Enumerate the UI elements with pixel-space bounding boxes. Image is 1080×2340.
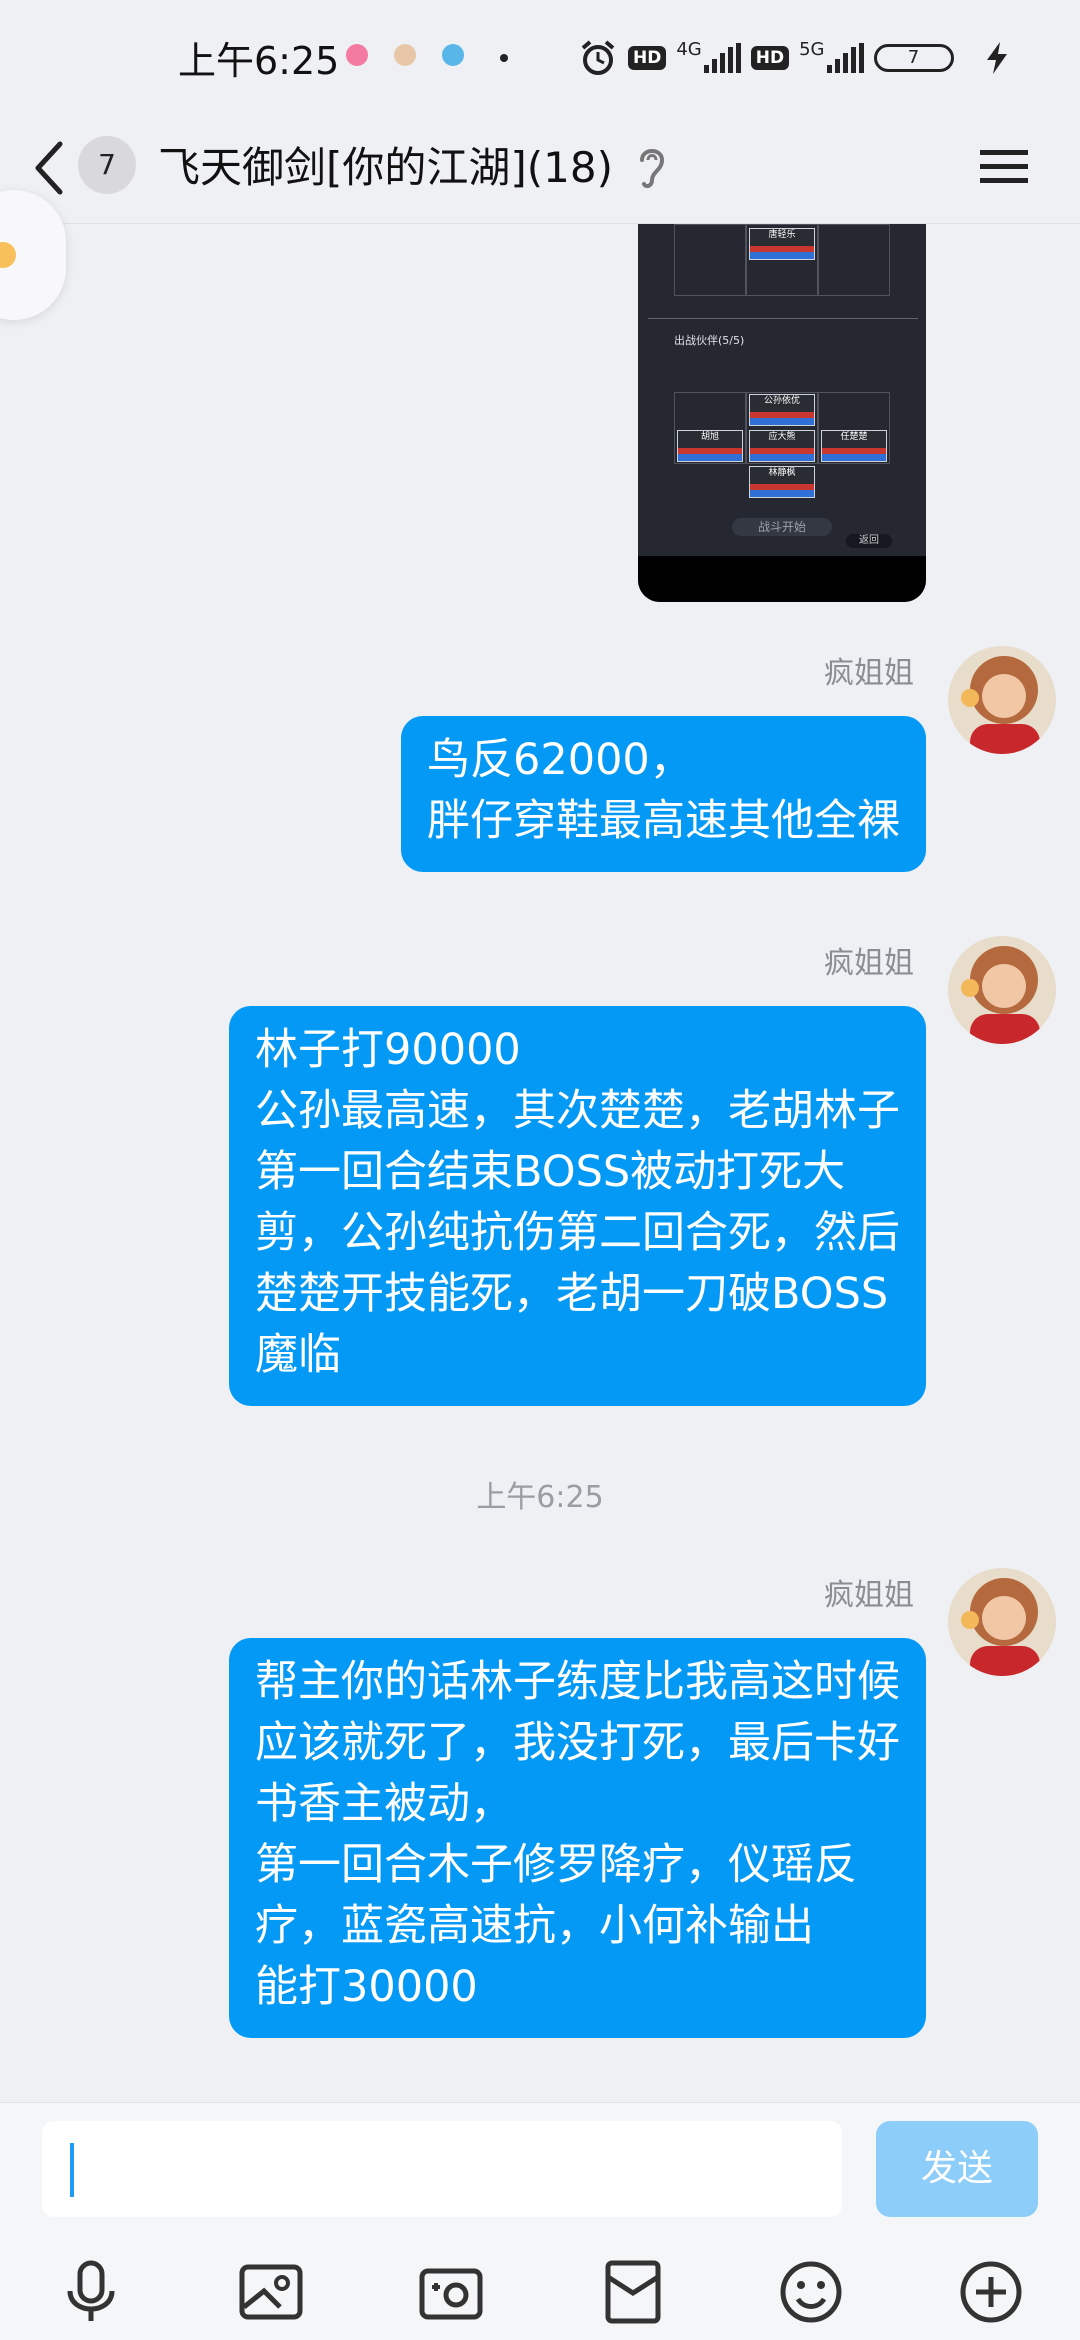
status-indicators: HD 4G HD 5G 7 (578, 34, 1012, 82)
avatar-image (948, 646, 1056, 754)
image-message[interactable]: 唐轻乐 出战伙伴(5/5) 公孙依优 胡旭 应大熊 任楚楚 林静枫 战斗开始 返… (638, 224, 926, 602)
notification-icon (442, 44, 464, 66)
microphone-icon[interactable] (56, 2257, 126, 2327)
hero-card: 公孙依优 (749, 394, 815, 426)
hero-card: 林静枫 (749, 466, 815, 498)
message-bubble[interactable]: 帮主你的话林子练度比我高这时候 应该就死了，我没打死，最后卡好 书香主被动， 第… (229, 1638, 926, 2038)
battle-start-label: 战斗开始 (732, 518, 832, 536)
charging-icon (986, 42, 1007, 74)
sender-name: 疯姐姐 (824, 1578, 914, 1613)
status-time: 上午6:25 (178, 39, 340, 83)
notification-icon (346, 44, 368, 66)
network-type-4g: 4G (676, 38, 702, 60)
sender-name: 疯姐姐 (824, 946, 914, 981)
message-bubble[interactable]: 鸟反62000， 胖仔穿鞋最高速其他全裸 (401, 716, 926, 872)
network-type-5g: 5G (799, 38, 825, 60)
chevron-left-icon (35, 141, 63, 195)
earpiece-mode-icon[interactable] (636, 142, 668, 194)
text-cursor (70, 2143, 74, 2197)
avatar[interactable] (948, 1568, 1056, 1676)
signal-icon (703, 43, 741, 73)
input-bar: 发送 (0, 2102, 1080, 2340)
battery-icon: 7 (873, 44, 954, 72)
chat-title: 飞天御剑[你的江湖](18) (158, 143, 613, 192)
hd-badge: HD (628, 46, 667, 70)
status-bar: 上午6:25 HD 4G HD 5G 7 (0, 0, 1080, 112)
message-input[interactable] (42, 2121, 842, 2217)
more-notifications-dot (500, 54, 508, 62)
sun-icon (0, 242, 16, 268)
hero-card: 应大熊 (749, 430, 815, 462)
sender-name: 疯姐姐 (824, 656, 914, 691)
avatar-image (948, 936, 1056, 1044)
alarm-icon (581, 40, 615, 75)
hd-badge: HD (750, 46, 790, 70)
avatar[interactable] (948, 646, 1056, 754)
camera-icon[interactable] (416, 2257, 486, 2327)
emoji-icon[interactable] (776, 2257, 846, 2327)
avatar-image (948, 1568, 1056, 1676)
message-bubble[interactable]: 林子打90000 公孙最高速，其次楚楚，老胡林子 第一回合结束BOSS被动打死大… (229, 1006, 926, 1406)
chat-screen: 上午6:25 HD 4G HD 5G 7 7 飞天御剑[你的江湖](18) 唐轻… (0, 0, 1080, 2340)
unread-count-badge: 7 (78, 136, 136, 194)
signal-icon (826, 43, 864, 73)
hero-card: 胡旭 (677, 430, 743, 462)
send-button[interactable]: 发送 (876, 2121, 1038, 2217)
chat-header: 7 飞天御剑[你的江湖](18) (0, 112, 1080, 224)
plus-icon[interactable] (956, 2257, 1026, 2327)
menu-icon[interactable] (978, 136, 1030, 196)
red-packet-icon[interactable] (598, 2257, 668, 2327)
avatar[interactable] (948, 936, 1056, 1044)
hero-card: 唐轻乐 (749, 228, 815, 260)
team-section-label: 出战伙伴(5/5) (674, 334, 745, 347)
notification-icon (394, 44, 416, 66)
game-back-label: 返回 (846, 534, 892, 548)
back-button[interactable]: 7 (30, 126, 140, 210)
message-timestamp: 上午6:25 (476, 1480, 604, 1515)
hero-card: 任楚楚 (821, 430, 887, 462)
image-icon[interactable] (236, 2257, 306, 2327)
